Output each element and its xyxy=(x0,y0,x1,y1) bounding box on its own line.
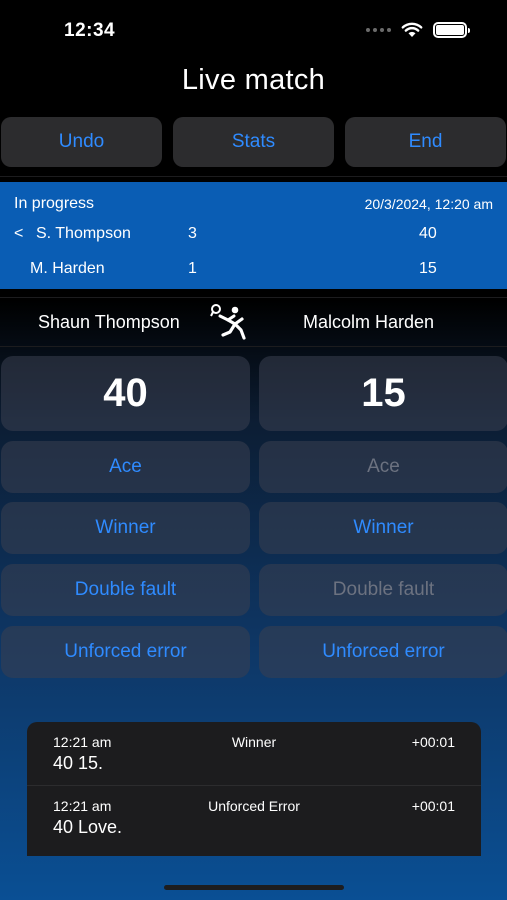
scoreboard-row: < S. Thompson 3 40 xyxy=(0,225,507,249)
log-score: 40 Love. xyxy=(53,817,123,837)
right-double-fault-label: Double fault xyxy=(332,579,435,600)
left-unforced-error-label: Unforced error xyxy=(64,641,187,662)
divider xyxy=(0,176,507,177)
serve-indicator: < xyxy=(14,225,24,242)
log-delta: +00:01 xyxy=(411,734,455,750)
right-points: 15 xyxy=(361,371,406,415)
right-winner-button[interactable]: Winner xyxy=(259,502,507,554)
right-unforced-error-label: Unforced error xyxy=(322,641,445,662)
players-header: Shaun Thompson Malcolm Harden xyxy=(0,297,507,347)
right-points-card[interactable]: 15 xyxy=(259,356,507,431)
left-winner-button[interactable]: Winner xyxy=(1,502,250,554)
right-ace-label: Ace xyxy=(367,456,400,477)
point-log[interactable]: Winner 12:21 am +00:01 40 15. Unforced E… xyxy=(27,722,481,856)
player-left-name: Shaun Thompson xyxy=(38,312,180,332)
status-icons xyxy=(366,22,470,38)
scoreboard-games: 1 xyxy=(188,260,197,277)
scoreboard-banner: In progress 20/3/2024, 12:20 am < S. Tho… xyxy=(0,182,507,289)
scoreboard-games: 3 xyxy=(188,225,197,242)
status-bar: 12:34 xyxy=(0,0,507,56)
scoreboard-points: 40 xyxy=(419,225,437,242)
right-ace-button: Ace xyxy=(259,441,507,493)
scoreboard-points: 15 xyxy=(419,260,437,277)
log-time: 12:21 am xyxy=(53,798,112,814)
scoreboard-player-name: S. Thompson xyxy=(36,225,131,242)
log-time: 12:21 am xyxy=(53,734,112,750)
toolbar: Undo Stats End xyxy=(0,117,507,167)
match-datetime: 20/3/2024, 12:20 am xyxy=(364,196,493,212)
log-delta: +00:01 xyxy=(411,798,455,814)
list-item[interactable]: Unforced Error 12:21 am +00:01 40 Love. xyxy=(27,785,481,848)
wifi-icon xyxy=(401,22,423,37)
left-double-fault-label: Double fault xyxy=(74,579,177,600)
right-double-fault-button: Double fault xyxy=(259,564,507,616)
page-title: Live match xyxy=(181,64,326,96)
signal-dots-icon xyxy=(366,28,391,32)
left-double-fault-button[interactable]: Double fault xyxy=(1,564,250,616)
match-status: In progress xyxy=(14,195,95,212)
stats-button[interactable]: Stats xyxy=(173,117,334,167)
left-unforced-error-button[interactable]: Unforced error xyxy=(1,626,250,678)
left-ace-button[interactable]: Ace xyxy=(1,441,250,493)
list-item[interactable]: Winner 12:21 am +00:01 40 15. xyxy=(27,722,481,785)
scoreboard-row: M. Harden 1 15 xyxy=(0,260,507,284)
end-button[interactable]: End xyxy=(345,117,506,167)
left-winner-label: Winner xyxy=(95,517,156,538)
right-winner-label: Winner xyxy=(353,517,414,538)
left-points: 40 xyxy=(103,371,148,415)
left-ace-label: Ace xyxy=(109,456,142,477)
left-points-card[interactable]: 40 xyxy=(1,356,250,431)
right-unforced-error-button[interactable]: Unforced error xyxy=(259,626,507,678)
player-right-name: Malcolm Harden xyxy=(303,312,435,332)
undo-button[interactable]: Undo xyxy=(1,117,162,167)
scoreboard-player-name: M. Harden xyxy=(30,260,105,277)
battery-icon xyxy=(433,22,470,38)
log-score: 40 15. xyxy=(53,753,104,773)
home-indicator[interactable] xyxy=(164,885,344,890)
status-time: 12:34 xyxy=(64,20,116,41)
tennis-player-icon xyxy=(210,304,246,340)
